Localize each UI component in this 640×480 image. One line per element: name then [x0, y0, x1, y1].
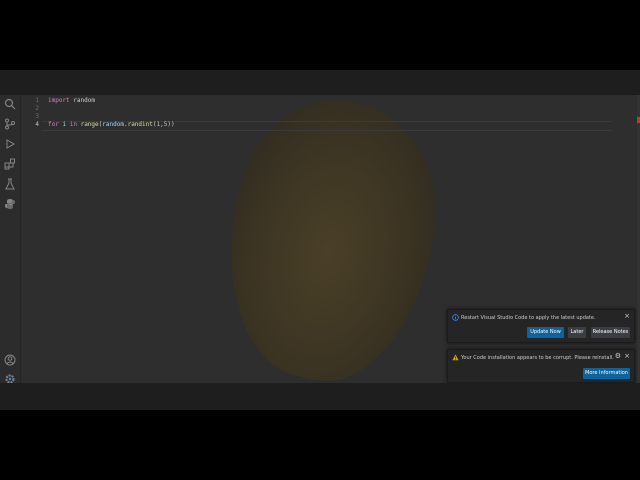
warning-icon	[452, 354, 459, 361]
source-control-icon[interactable]	[4, 118, 16, 130]
extensions-icon[interactable]	[4, 158, 16, 170]
release-notes-button[interactable]: Release Notes	[591, 327, 630, 338]
testing-icon[interactable]	[4, 178, 16, 190]
later-button[interactable]: Later	[568, 327, 586, 338]
code-token: for	[48, 121, 59, 128]
vscode-window: 1 import random 2 3 4 for i in range(random.r…	[0, 95, 640, 383]
bottom-bar	[0, 383, 640, 410]
python-icon[interactable]	[4, 198, 16, 210]
activity-bar	[0, 95, 21, 383]
account-icon[interactable]	[4, 354, 16, 366]
code-token: import	[48, 97, 70, 104]
code-token: random	[69, 97, 95, 104]
update-notification: Restart Visual Studio Code to apply the …	[447, 309, 635, 343]
line-number: 4	[35, 121, 39, 128]
code-token: randint	[127, 121, 153, 128]
code-token: range	[80, 121, 99, 128]
corrupt-installation-notification: Your Code installation appears to be cor…	[447, 349, 635, 383]
code-line[interactable]: 1 import random	[21, 97, 621, 105]
corrupt-message: Your Code installation appears to be cor…	[461, 355, 614, 361]
search-icon[interactable]	[4, 98, 16, 110]
settings-gear-icon[interactable]	[4, 373, 16, 383]
code-text[interactable]: import random	[48, 97, 95, 105]
info-icon	[452, 314, 459, 321]
line-number: 1	[35, 97, 39, 104]
more-information-button[interactable]: More Information	[583, 368, 630, 379]
update-now-button[interactable]: Update Now	[527, 327, 564, 338]
close-icon[interactable]: ×	[624, 353, 630, 360]
code-line[interactable]: 2	[21, 105, 621, 113]
line-number: 2	[35, 105, 39, 112]
gear-icon[interactable]: ⚙	[615, 353, 621, 360]
update-message: Restart Visual Studio Code to apply the …	[461, 315, 596, 321]
code-line[interactable]: 4 for i in range(random.randint(1,5))	[21, 121, 621, 129]
run-debug-icon[interactable]	[4, 138, 16, 150]
line-number: 3	[35, 113, 39, 120]
code-token: random	[102, 121, 124, 128]
close-icon[interactable]: ×	[624, 313, 630, 320]
code-token: ))	[167, 121, 175, 128]
code-token: in	[69, 121, 77, 128]
code-line[interactable]: 3	[21, 113, 621, 121]
title-bar	[0, 70, 640, 95]
code-text[interactable]: for i in range(random.randint(1,5))	[48, 121, 175, 129]
